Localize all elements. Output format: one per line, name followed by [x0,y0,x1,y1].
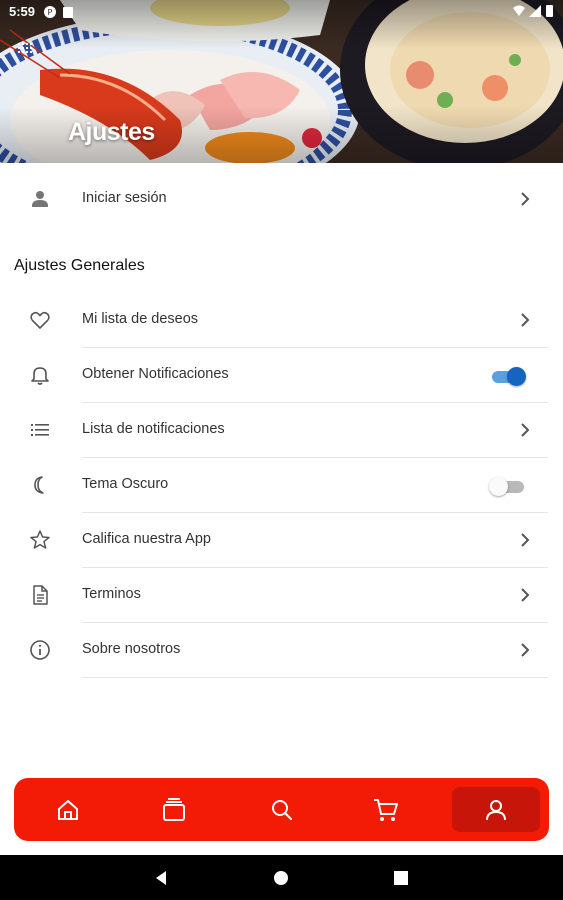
menu-grid-icon[interactable] [14,38,40,60]
cart-icon [374,798,398,821]
categories-icon [163,797,185,821]
system-navigation-bar [0,855,563,900]
terms-label: Terminos [82,586,141,602]
recents-icon[interactable] [390,867,412,889]
chevron-right-icon [521,192,530,206]
nav-cart-button[interactable] [342,787,430,832]
status-bar: 5:59 P [0,0,563,24]
wishlist-label: Mi lista de deseos [82,311,199,327]
status-time: 5:59 [9,4,36,19]
heart-icon [30,311,50,330]
home-circle-icon[interactable] [270,867,292,889]
info-icon [30,640,50,660]
rate-app-label: Califica nuestra App [82,531,211,547]
status-app-icons: P [44,5,76,22]
login-label: Iniciar sesión [82,190,167,206]
notifications-toggle-row[interactable]: Obtener Notificaciones [0,348,563,403]
section-title: Ajustes Generales [14,257,145,274]
bell-icon [31,367,49,385]
about-row[interactable]: Sobre nosotros [0,623,563,678]
bottom-navigation [14,778,549,841]
chevron-right-icon [521,588,530,602]
header-banner: 5:59 P Ajustes [0,0,563,163]
rate-app-row[interactable]: Califica nuestra App [0,513,563,568]
notification-list-row[interactable]: Lista de notificaciones [0,403,563,458]
svg-text:P: P [48,8,53,17]
home-icon [58,799,78,820]
notification-list-label: Lista de notificaciones [82,421,225,437]
person-icon [32,191,48,207]
terms-row[interactable]: Terminos [0,568,563,623]
toggle-thumb [489,477,508,496]
login-row[interactable]: Iniciar sesión [0,172,563,227]
list-icon [31,424,49,436]
star-icon [30,530,50,549]
nav-profile-button[interactable] [452,787,540,832]
about-label: Sobre nosotros [82,641,181,657]
chevron-right-icon [521,643,530,657]
dark-theme-toggle[interactable] [489,477,526,496]
nav-categories-button[interactable] [130,787,218,832]
nav-search-button[interactable] [238,787,326,832]
chevron-right-icon [521,533,530,547]
nav-home-button[interactable] [24,787,112,832]
divider [82,677,548,678]
search-icon [272,799,293,820]
status-system-icons [511,4,555,21]
dark-theme-row[interactable]: Tema Oscuro [0,458,563,513]
toggle-thumb [507,367,526,386]
document-icon [33,585,48,605]
dark-theme-label: Tema Oscuro [82,476,169,492]
notifications-toggle[interactable] [490,367,526,386]
notifications-label: Obtener Notificaciones [82,366,229,382]
chevron-right-icon [521,313,530,327]
page-title: Ajustes [68,118,155,146]
chevron-right-icon [521,423,530,437]
wishlist-row[interactable]: Mi lista de deseos [0,293,563,348]
moon-icon [34,476,44,494]
back-icon[interactable] [150,867,172,889]
profile-icon [486,799,506,820]
